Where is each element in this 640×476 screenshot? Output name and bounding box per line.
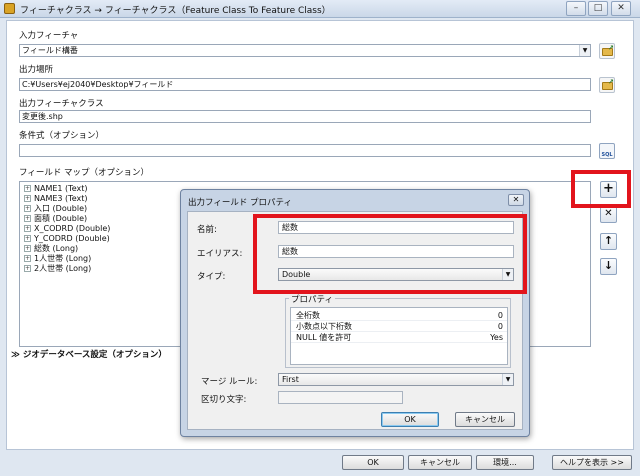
output-location-field[interactable]: C:¥Users¥ej2040¥Desktop¥フィールド <box>19 78 591 91</box>
expand-icon[interactable]: + <box>24 205 31 212</box>
list-item[interactable]: + X_CODRD (Double) <box>24 224 110 234</box>
input-features-label: 入力フィーチャ <box>19 31 79 41</box>
type-label: タイプ: <box>197 272 226 282</box>
output-class-label: 出力フィーチャクラス <box>19 99 104 109</box>
chevron-down-icon[interactable]: ▼ <box>502 374 513 385</box>
properties-group: プロパティ 全桁数 0 小数点以下桁数 0 NULL 値を許可 Yes <box>285 293 511 368</box>
arrow-up-icon: ↗ <box>608 44 614 52</box>
dialog-ok-button[interactable]: OK <box>381 412 439 427</box>
list-item[interactable]: + NAME1 (Text) <box>24 184 87 194</box>
expand-chevron-icon: ≫ <box>11 350 23 360</box>
merge-rule-label: マージ ルール: <box>201 377 258 387</box>
condition-label: 条件式（オプション） <box>19 131 105 141</box>
expand-icon[interactable]: + <box>24 225 31 232</box>
dialog-close-button[interactable]: ✕ <box>508 194 524 206</box>
table-row[interactable]: 全桁数 0 <box>291 310 507 321</box>
list-item[interactable]: + 総数 (Long) <box>24 244 78 254</box>
merge-rule-select[interactable]: First ▼ <box>278 373 514 386</box>
expand-icon[interactable]: + <box>24 255 31 262</box>
arrow-up-icon: ↗ <box>608 78 614 86</box>
expand-icon[interactable]: + <box>24 215 31 222</box>
list-item[interactable]: +2人世帯 (Long) <box>24 264 91 274</box>
highlight-box <box>253 214 527 294</box>
list-item[interactable]: + 面積 (Double) <box>24 214 87 224</box>
remove-field-button[interactable]: ✕ <box>600 206 617 223</box>
sql-button[interactable]: SQL <box>599 143 615 159</box>
list-item[interactable]: +1人世帯 (Long) <box>24 254 91 264</box>
app-icon <box>4 3 15 14</box>
ok-button[interactable]: OK <box>342 455 404 470</box>
highlight-box <box>571 170 631 208</box>
condition-field[interactable] <box>19 144 591 157</box>
close-button[interactable]: ✕ <box>611 1 631 16</box>
alias-label: エイリアス: <box>197 249 243 259</box>
move-down-button[interactable]: ↓ <box>600 258 617 275</box>
input-features-combo[interactable]: フィールド構番 ▼ <box>19 44 591 57</box>
maximize-button[interactable]: □ <box>588 1 608 16</box>
name-label: 名前: <box>197 225 217 235</box>
table-row[interactable]: 小数点以下桁数 0 <box>291 321 507 332</box>
input-features-value: フィールド構番 <box>22 46 78 55</box>
list-item[interactable]: + 入口 (Double) <box>24 204 87 214</box>
delimiter-label: 区切り文字: <box>201 395 247 405</box>
output-class-field[interactable]: 変更後.shp <box>19 110 591 123</box>
window-titlebar: フィーチャクラス → フィーチャクラス（Feature Class To Fea… <box>0 0 640 18</box>
expand-icon[interactable]: + <box>24 265 31 272</box>
fieldmap-label: フィールド マップ（オプション） <box>19 168 150 178</box>
move-up-button[interactable]: ↑ <box>600 233 617 250</box>
environments-button[interactable]: 環境... <box>476 455 534 470</box>
expand-icon[interactable]: + <box>24 245 31 252</box>
merge-rule-value: First <box>282 375 299 384</box>
expand-icon[interactable]: + <box>24 235 31 242</box>
output-location-label: 出力場所 <box>19 65 54 75</box>
window-title: フィーチャクラス → フィーチャクラス（Feature Class To Fea… <box>20 6 331 16</box>
list-item[interactable]: + Y_CODRD (Double) <box>24 234 110 244</box>
properties-group-label: プロパティ <box>289 293 335 305</box>
geodb-settings-section[interactable]: ≫ ジオデータベース設定（オプション） <box>11 348 167 360</box>
cancel-button[interactable]: キャンセル <box>408 455 472 470</box>
minimize-button[interactable]: – <box>566 1 586 16</box>
dialog-title: 出力フィールド プロパティ <box>188 198 293 208</box>
dialog-cancel-button[interactable]: キャンセル <box>455 412 515 427</box>
input-browse-button[interactable]: ↗ <box>599 43 615 59</box>
show-help-button[interactable]: ヘルプを表示 >> <box>552 455 632 470</box>
delimiter-field[interactable] <box>278 391 403 404</box>
list-item[interactable]: + NAME3 (Text) <box>24 194 87 204</box>
output-location-browse-button[interactable]: ↗ <box>599 77 615 93</box>
chevron-down-icon[interactable]: ▼ <box>579 45 590 56</box>
table-row[interactable]: NULL 値を許可 Yes <box>291 332 507 343</box>
expand-icon[interactable]: + <box>24 185 31 192</box>
properties-table: 全桁数 0 小数点以下桁数 0 NULL 値を許可 Yes <box>290 307 508 365</box>
expand-icon[interactable]: + <box>24 195 31 202</box>
